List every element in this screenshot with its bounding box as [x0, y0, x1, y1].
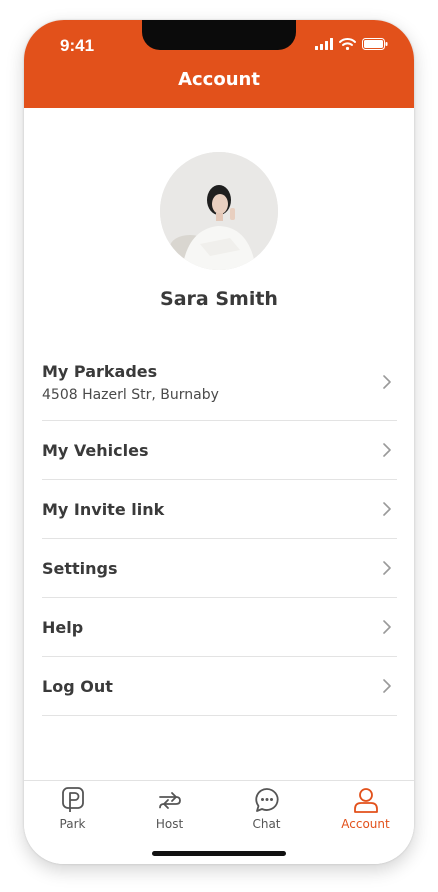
menu-item-my-vehicles[interactable]: My Vehicles [42, 421, 397, 480]
phone-screen: 9:41 Account Sara Smith My Parkades 4508… [24, 20, 414, 864]
signal-icon [315, 38, 333, 50]
menu-item-log-out[interactable]: Log Out [42, 657, 397, 716]
user-icon [353, 788, 378, 813]
tab-park[interactable]: Park [24, 787, 121, 831]
menu-item-label: Settings [42, 558, 118, 578]
menu-item-help[interactable]: Help [42, 598, 397, 657]
menu-item-settings[interactable]: Settings [42, 539, 397, 598]
tab-chat[interactable]: Chat [218, 787, 315, 831]
profile-photo [160, 152, 278, 270]
tab-label: Account [341, 817, 390, 831]
chevron-right-icon [383, 502, 391, 516]
tab-label: Host [155, 817, 184, 831]
tab-label: Chat [252, 817, 281, 831]
chat-icon [254, 788, 279, 812]
app-header: 9:41 Account [24, 20, 414, 108]
menu-item-label: My Invite link [42, 499, 165, 519]
page-title: Account [178, 69, 260, 90]
chevron-right-icon [383, 443, 391, 457]
chevron-right-icon [383, 375, 391, 389]
tab-host[interactable]: Host [121, 787, 218, 831]
parking-icon [61, 787, 84, 812]
device-notch [142, 20, 296, 50]
status-icons [315, 38, 388, 50]
tab-account[interactable]: Account [317, 787, 414, 831]
avatar[interactable] [160, 152, 278, 270]
wifi-icon [339, 38, 356, 50]
menu-item-label: Log Out [42, 676, 113, 696]
chevron-right-icon [383, 679, 391, 693]
home-indicator [152, 851, 286, 856]
chevron-right-icon [383, 561, 391, 575]
account-menu: My Parkades 4508 Hazerl Str, Burnaby My … [42, 344, 397, 716]
menu-item-label: My Parkades [42, 361, 158, 381]
tab-label: Park [59, 817, 86, 831]
chevron-right-icon [383, 620, 391, 634]
menu-item-label: Help [42, 617, 84, 637]
menu-item-label: My Vehicles [42, 440, 149, 460]
battery-icon [362, 38, 388, 50]
menu-item-my-parkades[interactable]: My Parkades 4508 Hazerl Str, Burnaby [42, 344, 397, 421]
status-time: 9:41 [60, 36, 95, 55]
menu-item-my-invite-link[interactable]: My Invite link [42, 480, 397, 539]
menu-item-subtitle: 4508 Hazerl Str, Burnaby [42, 386, 219, 403]
profile-name: Sara Smith [160, 288, 278, 310]
host-arrows-icon [158, 792, 181, 809]
